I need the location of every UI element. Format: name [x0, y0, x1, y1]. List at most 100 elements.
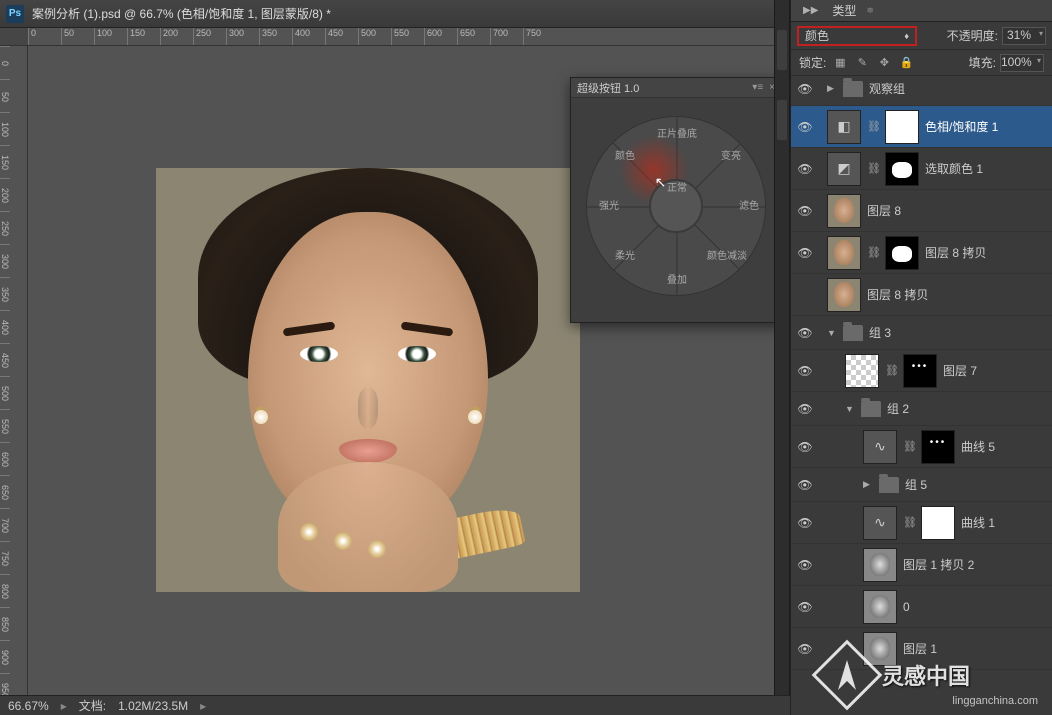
layer-row[interactable]: 👁 ⛓ 图层 7 — [791, 350, 1052, 392]
fill-input[interactable]: 100% — [1000, 54, 1044, 72]
visibility-toggle-icon[interactable]: 👁 — [795, 600, 815, 614]
visibility-toggle-icon[interactable]: 👁 — [795, 642, 815, 656]
layer-row[interactable]: 👁∿⛓曲线 5 — [791, 426, 1052, 468]
layer-row[interactable]: 👁 ▼ 组 3 — [791, 316, 1052, 350]
mask-thumbnail[interactable] — [921, 506, 955, 540]
visibility-toggle-icon[interactable]: 👁 — [795, 82, 815, 96]
layer-row[interactable]: 👁0 — [791, 586, 1052, 628]
layer-name[interactable]: 组 2 — [887, 400, 1048, 417]
zoom-stepper-icon[interactable]: ▸ — [61, 699, 67, 713]
lock-brush-icon[interactable]: ✎ — [854, 55, 870, 71]
layer-name[interactable]: 组 3 — [869, 324, 1048, 341]
group-disclosure-icon[interactable]: ▶ — [863, 479, 873, 490]
layer-name[interactable]: 图层 1 — [903, 640, 1048, 657]
layer-name[interactable]: 观察组 — [869, 80, 1048, 97]
layer-thumbnail[interactable] — [863, 548, 897, 582]
layers-list[interactable]: 👁▶观察组👁◧⛓色相/饱和度 1👁◩⛓选取颜色 1👁图层 8👁⛓图层 8 拷贝图… — [791, 72, 1052, 715]
dropdown-icon[interactable]: ≑ — [866, 5, 874, 16]
blend-mode-wheel[interactable]: 正常 正片叠底 变亮 滤色 颜色减淡 叠加 柔光 强光 颜色 ↖ — [586, 116, 766, 296]
mask-link-icon[interactable]: ⛓ — [867, 246, 879, 259]
layer-row[interactable]: 👁◧⛓色相/饱和度 1 — [791, 106, 1052, 148]
seg-bottom[interactable]: 叠加 — [657, 271, 697, 286]
layer-row[interactable]: 👁 图层 1 — [791, 628, 1052, 670]
layer-row[interactable]: 👁 图层 8 — [791, 190, 1052, 232]
mask-thumbnail[interactable] — [903, 354, 937, 388]
radial-menu-panel[interactable]: 超级按钮 1.0 ▾≡ × 正常 正片叠底 变亮 滤色 颜色减淡 叠加 柔光 强… — [570, 77, 782, 323]
zoom-level[interactable]: 66.67% — [8, 699, 49, 713]
layer-thumbnail[interactable] — [827, 236, 861, 270]
mask-thumbnail[interactable] — [921, 430, 955, 464]
mask-link-icon[interactable]: ⛓ — [885, 364, 897, 377]
seg-tr[interactable]: 变亮 — [711, 147, 751, 162]
group-disclosure-icon[interactable]: ▶ — [827, 83, 837, 94]
layer-name[interactable]: 曲线 1 — [961, 514, 1048, 531]
visibility-toggle-icon[interactable]: 👁 — [795, 558, 815, 572]
vertical-ruler[interactable]: 0501001502002503003504004505005506006507… — [0, 46, 28, 695]
mask-link-icon[interactable]: ⛓ — [867, 120, 879, 133]
horizontal-ruler[interactable]: 0501001502002503003504004505005506006507… — [28, 28, 790, 46]
layer-thumbnail[interactable] — [827, 194, 861, 228]
visibility-toggle-icon[interactable]: 👁 — [795, 326, 815, 340]
layer-row[interactable]: 👁 图层 1 拷贝 2 — [791, 544, 1052, 586]
layer-name[interactable]: 图层 8 — [867, 202, 1048, 219]
seg-r[interactable]: 滤色 — [729, 197, 766, 212]
blend-mode-dropdown[interactable]: 颜色 ♦ — [797, 26, 917, 46]
panel-tab-label[interactable]: 类型 — [832, 2, 856, 19]
layer-thumbnail[interactable] — [845, 354, 879, 388]
layer-name[interactable]: 色相/饱和度 1 — [925, 118, 1048, 135]
collapsed-panel-tab[interactable] — [777, 100, 787, 140]
opacity-input[interactable]: 31% — [1002, 27, 1046, 45]
layer-row[interactable]: 👁 ◩ ⛓ 选取颜色 1 — [791, 148, 1052, 190]
visibility-toggle-icon[interactable]: 👁 — [795, 204, 815, 218]
panel-dock-strip[interactable] — [774, 0, 790, 715]
layer-thumbnail[interactable]: ◩ — [827, 152, 861, 186]
mask-thumbnail[interactable] — [885, 110, 919, 144]
layer-name[interactable]: 图层 8 拷贝 — [925, 244, 1048, 261]
seg-br[interactable]: 颜色减淡 — [707, 247, 747, 262]
visibility-toggle-icon[interactable]: 👁 — [795, 364, 815, 378]
layer-thumbnail[interactable] — [827, 278, 861, 312]
collapsed-panel-tab[interactable] — [777, 30, 787, 70]
seg-tl[interactable]: 颜色 — [605, 147, 645, 162]
layer-row[interactable]: 👁 ▶ 组 5 — [791, 468, 1052, 502]
mask-thumbnail[interactable] — [885, 152, 919, 186]
layer-name[interactable]: 图层 1 拷贝 2 — [903, 556, 1048, 573]
group-disclosure-icon[interactable]: ▼ — [827, 328, 837, 338]
radial-menu-icon[interactable]: ▾≡ — [752, 82, 763, 93]
mask-link-icon[interactable]: ⛓ — [903, 440, 915, 453]
layer-thumbnail[interactable]: ∿ — [863, 430, 897, 464]
seg-l[interactable]: 强光 — [589, 197, 629, 212]
layer-name[interactable]: 选取颜色 1 — [925, 160, 1048, 177]
layer-row[interactable]: 👁 ⛓ 图层 8 拷贝 — [791, 232, 1052, 274]
document-canvas[interactable] — [156, 168, 580, 592]
visibility-toggle-icon[interactable]: 👁 — [795, 402, 815, 416]
layer-row[interactable]: 👁 ▼ 组 2 — [791, 392, 1052, 426]
layer-name[interactable]: 图层 7 — [943, 362, 1048, 379]
mask-link-icon[interactable]: ⛓ — [867, 162, 879, 175]
status-menu-icon[interactable]: ▸ — [200, 699, 206, 713]
layer-row[interactable]: 👁 ∿ ⛓ 曲线 1 — [791, 502, 1052, 544]
panel-expand-icon[interactable]: ▶▶ — [803, 5, 818, 16]
layer-thumbnail[interactable] — [863, 632, 897, 666]
layer-row[interactable]: 👁 ▶ 观察组 — [791, 72, 1052, 106]
layer-thumbnail[interactable] — [863, 590, 897, 624]
seg-top[interactable]: 正片叠底 — [657, 125, 697, 140]
visibility-toggle-icon[interactable]: 👁 — [795, 516, 815, 530]
lock-all-icon[interactable]: 🔒 — [898, 55, 914, 71]
layer-row[interactable]: 图层 8 拷贝 — [791, 274, 1052, 316]
seg-bl[interactable]: 柔光 — [605, 247, 645, 262]
mask-link-icon[interactable]: ⛓ — [903, 516, 915, 529]
layer-name[interactable]: 图层 8 拷贝 — [867, 286, 1048, 303]
layer-name[interactable]: 曲线 5 — [961, 438, 1048, 455]
layer-name[interactable]: 0 — [903, 600, 1048, 614]
group-disclosure-icon[interactable]: ▼ — [845, 404, 855, 414]
layer-name[interactable]: 组 5 — [905, 476, 1048, 493]
layer-thumbnail[interactable]: ∿ — [863, 506, 897, 540]
mask-thumbnail[interactable] — [885, 236, 919, 270]
visibility-toggle-icon[interactable]: 👁 — [795, 478, 815, 492]
visibility-toggle-icon[interactable]: 👁 — [795, 246, 815, 260]
radial-panel-header[interactable]: 超级按钮 1.0 ▾≡ × — [571, 78, 781, 98]
visibility-toggle-icon[interactable]: 👁 — [795, 162, 815, 176]
visibility-toggle-icon[interactable]: 👁 — [795, 120, 815, 134]
lock-transparency-icon[interactable]: ▦ — [832, 55, 848, 71]
